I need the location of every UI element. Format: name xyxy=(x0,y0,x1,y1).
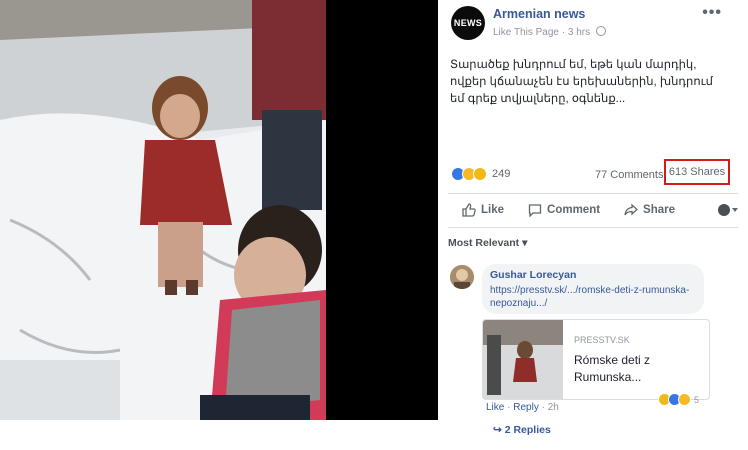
reactions-summary[interactable]: 249 xyxy=(451,167,510,181)
audience-selector[interactable] xyxy=(717,203,746,217)
shares-count-link[interactable]: 613 Shares xyxy=(664,159,730,185)
sort-comments-dropdown[interactable]: Most Relevant ▾ xyxy=(448,237,527,249)
divider xyxy=(448,193,738,194)
comment-actions: Like · Reply · 2h xyxy=(486,402,559,413)
like-button[interactable]: Like xyxy=(462,203,504,217)
more-options-button[interactable]: ••• xyxy=(702,4,722,22)
replies-label: 2 Replies xyxy=(504,424,551,436)
preview-title: Rómske deti z Rumunska... xyxy=(574,353,651,384)
comment-button[interactable]: Comment xyxy=(528,203,600,217)
avatar-image xyxy=(450,265,474,289)
snow-scene-image xyxy=(0,0,326,420)
comments-count-link[interactable]: 77 Comments xyxy=(595,169,663,181)
comment-time[interactable]: 2h xyxy=(548,402,559,413)
post-actions: Like Comment Share xyxy=(448,197,739,223)
post-photo[interactable] xyxy=(0,0,326,420)
page-name-link[interactable]: Armenian news xyxy=(493,7,585,21)
sad-icon xyxy=(473,167,487,181)
post-time[interactable]: 3 hrs xyxy=(568,27,590,38)
preview-thumbnail xyxy=(483,320,563,399)
page-logo[interactable]: NEWS xyxy=(451,6,485,40)
preview-source: PRESSTV.SK xyxy=(574,335,630,345)
commenter-name[interactable]: Gushar Lorecyan xyxy=(490,269,696,281)
post-meta: Like This Page · 3 hrs xyxy=(493,26,606,38)
comment-reactions[interactable]: 5 xyxy=(658,393,699,406)
comment-link[interactable]: https://presstv.sk/.../romske-deti-z-rum… xyxy=(490,284,696,310)
share-icon xyxy=(624,203,639,216)
view-replies-link[interactable]: ↪ 2 Replies xyxy=(493,424,551,436)
post-panel: NEWS Armenian news Like This Page · 3 hr… xyxy=(438,0,748,450)
audience-globe-icon xyxy=(718,204,739,216)
divider xyxy=(448,227,738,228)
reply-arrow-icon: ↪ xyxy=(493,424,505,436)
like-label: Like xyxy=(481,204,505,216)
wow-icon xyxy=(678,393,691,406)
share-label: Share xyxy=(643,204,676,216)
black-bar xyxy=(326,0,438,420)
comment-reply-link[interactable]: Reply xyxy=(513,402,539,413)
reaction-count: 249 xyxy=(492,168,511,180)
comment-like-link[interactable]: Like xyxy=(486,402,504,413)
comment-reaction-count: 5 xyxy=(694,394,700,405)
logo-text: NEWS xyxy=(453,18,483,28)
thumbs-up-icon xyxy=(462,203,476,217)
like-this-page-link[interactable]: Like This Page xyxy=(493,27,559,38)
comment-icon xyxy=(528,204,542,217)
globe-icon xyxy=(595,26,606,36)
comment-label: Comment xyxy=(547,204,601,216)
link-preview-card[interactable]: PRESSTV.SK Rómske deti z Rumunska... xyxy=(482,319,710,400)
share-button[interactable]: Share xyxy=(624,203,675,217)
comment-bubble: Gushar Lorecyan https://presstv.sk/.../r… xyxy=(482,264,704,314)
post-text: Տարածեք խնդրում եմ, եթե կան մարդիկ, ովքե… xyxy=(450,59,713,105)
commenter-avatar[interactable] xyxy=(450,265,474,289)
